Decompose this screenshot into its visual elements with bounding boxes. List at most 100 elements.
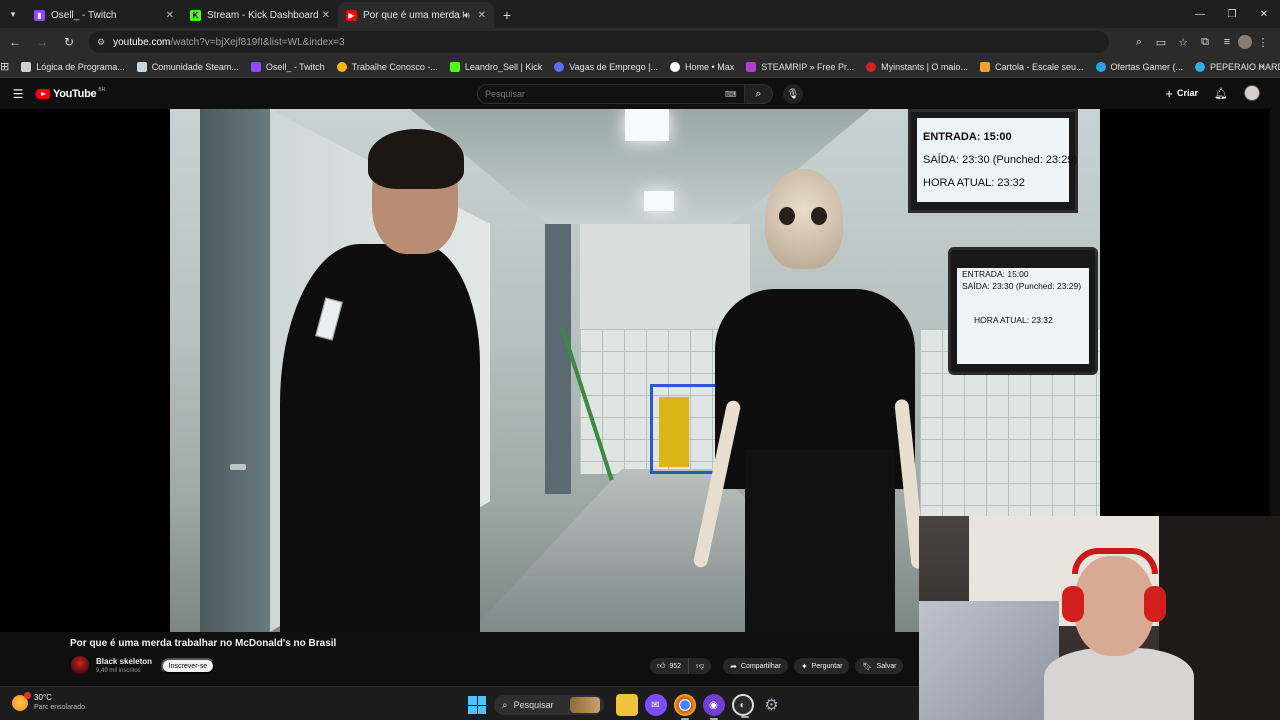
search-box: ⌨ — [477, 84, 745, 104]
search-highlight-image — [570, 697, 600, 713]
bookmark-item[interactable]: Myinstants | O maio... — [866, 61, 968, 72]
bookmark-label: Comunidade Steam... — [151, 61, 239, 72]
keyboard-icon[interactable]: ⌨ — [725, 90, 737, 99]
messenger-icon[interactable]: ✉ — [644, 694, 667, 716]
weather-widget[interactable]: 30°C Parc ensolarado — [12, 692, 85, 713]
bookmark-item[interactable]: STEAMRIP » Free Pr... — [746, 61, 854, 72]
account-avatar[interactable] — [1244, 85, 1260, 101]
channel-avatar[interactable] — [71, 656, 89, 674]
notifications-bell-icon[interactable]: 🔔︎ — [1214, 87, 1228, 100]
bookmark-item[interactable]: PEPERAIO HARDWA... — [1195, 61, 1280, 72]
skeleton-worker — [692, 169, 935, 632]
tab-twitch[interactable]: ▮ Osell_ - Twitch ✕ — [26, 2, 182, 28]
bookmark-item[interactable]: Osell_ - Twitch — [250, 61, 325, 72]
max-icon — [670, 61, 681, 72]
bookmark-item[interactable]: Leandro_Sell | Kick — [449, 61, 542, 72]
headphones-right-icon — [1144, 586, 1166, 622]
speaker-icon[interactable]: 🔊︎ — [464, 10, 470, 21]
windows-start-icon[interactable] — [468, 696, 486, 714]
close-icon[interactable]: ✕ — [478, 10, 486, 21]
skull-eye — [779, 207, 795, 225]
extensions-icon[interactable]: ⧉ — [1194, 31, 1216, 53]
zoom-icon[interactable]: ⌕ — [1128, 31, 1150, 53]
close-icon[interactable]: ✕ — [166, 10, 174, 21]
like-dislike-group: 👍︎ 952 👎︎ — [650, 658, 717, 674]
clock-out-time: SAÍDA: 23:30 (Punched: 23:29) — [923, 154, 1078, 166]
sparkle-icon: ✦ — [800, 661, 808, 671]
search-icon: ⌕ — [502, 699, 508, 711]
twitch-studio-icon[interactable]: ◉ — [702, 694, 725, 720]
more-menu-icon[interactable]: ⋮ — [1252, 31, 1274, 53]
apps-grid-icon[interactable]: ⊞ — [0, 60, 9, 73]
profile-avatar[interactable] — [1238, 35, 1252, 49]
taskbar-search[interactable]: ⌕ Pesquisar — [494, 695, 604, 715]
bookmark-item[interactable]: Lógica de Programa... — [21, 61, 125, 72]
tab-title: Stream - Kick Dashboard — [207, 9, 318, 21]
bookmark-item[interactable]: Comunidade Steam... — [136, 61, 239, 72]
forward-arrow-icon[interactable]: → — [30, 30, 54, 54]
ask-label: Perguntar — [811, 662, 843, 670]
new-tab-button[interactable]: + — [494, 2, 520, 28]
like-button[interactable]: 👍︎ 952 — [650, 658, 690, 674]
door-handle — [230, 464, 246, 470]
bookmarks-bar: ⊞ Lógica de Programa... Comunidade Steam… — [0, 56, 1280, 78]
bookmark-item[interactable]: Ofertas Gamer (... — [1095, 61, 1183, 72]
save-button[interactable]: 🔖︎ Salvar — [855, 658, 904, 674]
reading-list-icon[interactable]: ≡ — [1216, 31, 1238, 53]
masthead-actions: + Criar 🔔︎ — [1165, 85, 1260, 101]
cast-icon[interactable]: ▭ — [1150, 31, 1172, 53]
chrome-icon[interactable] — [673, 694, 696, 720]
file-explorer-icon[interactable] — [615, 694, 638, 716]
share-button[interactable]: ➦ Compartilhar — [723, 658, 788, 674]
bookmark-item[interactable]: Home • Max — [670, 61, 734, 72]
back-arrow-icon[interactable]: ← — [3, 30, 27, 54]
restore-icon[interactable]: ❐ — [1216, 0, 1248, 28]
settings-gear-icon[interactable]: ⚙ — [761, 694, 783, 716]
bookmark-star-icon[interactable]: ☆ — [1172, 31, 1194, 53]
channel-name[interactable]: Black skeleton — [96, 657, 152, 666]
window-controls: — ❐ ✕ — [1184, 0, 1280, 28]
bookmark-label: PEPERAIO HARDWA... — [1210, 61, 1280, 72]
skull — [765, 169, 843, 269]
guide-menu-icon[interactable]: ☰ — [0, 87, 36, 101]
tab-kick[interactable]: K Stream - Kick Dashboard ✕ — [182, 2, 338, 28]
bookmark-item[interactable]: Cartola - Escale seu... — [979, 61, 1084, 72]
tab-search-menu[interactable]: ▾ — [0, 0, 26, 28]
more-bookmarks-icon[interactable]: » — [1258, 61, 1264, 72]
tab-youtube[interactable]: ▶ Por que é uma merda trab 🔊︎ ✕ — [338, 2, 494, 28]
ceiling-light — [625, 109, 669, 141]
dislike-button[interactable]: 👎︎ — [689, 658, 712, 674]
search-bar: ⌨ ⌕ 🎙︎ — [477, 84, 803, 104]
close-icon[interactable]: ✕ — [322, 10, 330, 21]
youtube-icon: ▶ — [346, 9, 357, 21]
plus-icon: + — [1165, 85, 1174, 101]
bookmark-item[interactable]: Vagas de Emprego |... — [554, 61, 658, 72]
search-button[interactable]: ⌕ — [745, 84, 773, 104]
subscribe-button[interactable]: Inscrever-se — [161, 658, 215, 674]
bookmark-label: Cartola - Escale seu... — [994, 61, 1084, 72]
ask-button[interactable]: ✦ Perguntar — [793, 658, 850, 674]
create-button[interactable]: + Criar — [1165, 86, 1198, 101]
telegram-icon — [1095, 61, 1106, 72]
alert-badge-icon — [24, 692, 31, 699]
close-window-icon[interactable]: ✕ — [1248, 0, 1280, 28]
kick-icon: K — [190, 9, 201, 21]
voice-search-button[interactable]: 🎙︎ — [783, 84, 803, 104]
site-info-icon[interactable]: ⚙︎ — [97, 37, 105, 48]
minimize-icon[interactable]: — — [1184, 0, 1216, 28]
bookmark-icon: 🔖︎ — [862, 661, 873, 671]
youtube-masthead: ☰ YouTube BR ⌨ ⌕ 🎙︎ +Criar 🔔︎ — [0, 79, 1280, 109]
address-bar[interactable]: ⚙︎ youtube.com/watch?v=bjXejf819fI&list=… — [89, 31, 1109, 53]
share-label: Compartilhar — [740, 662, 781, 670]
ceiling-light — [644, 191, 674, 211]
bookmark-item[interactable]: Trabalhe Conosco -... — [336, 61, 438, 72]
youtube-logo[interactable]: YouTube BR — [36, 87, 105, 100]
url-host: youtube.com — [113, 36, 171, 48]
obs-icon[interactable]: ◐ — [731, 694, 754, 718]
youtube-wordmark: YouTube — [53, 88, 97, 100]
bed — [919, 601, 1059, 720]
reload-icon[interactable]: ↻ — [57, 30, 81, 54]
tab-title: Osell_ - Twitch — [51, 9, 117, 21]
temperature: 30°C — [34, 693, 52, 702]
search-input[interactable] — [485, 89, 725, 99]
